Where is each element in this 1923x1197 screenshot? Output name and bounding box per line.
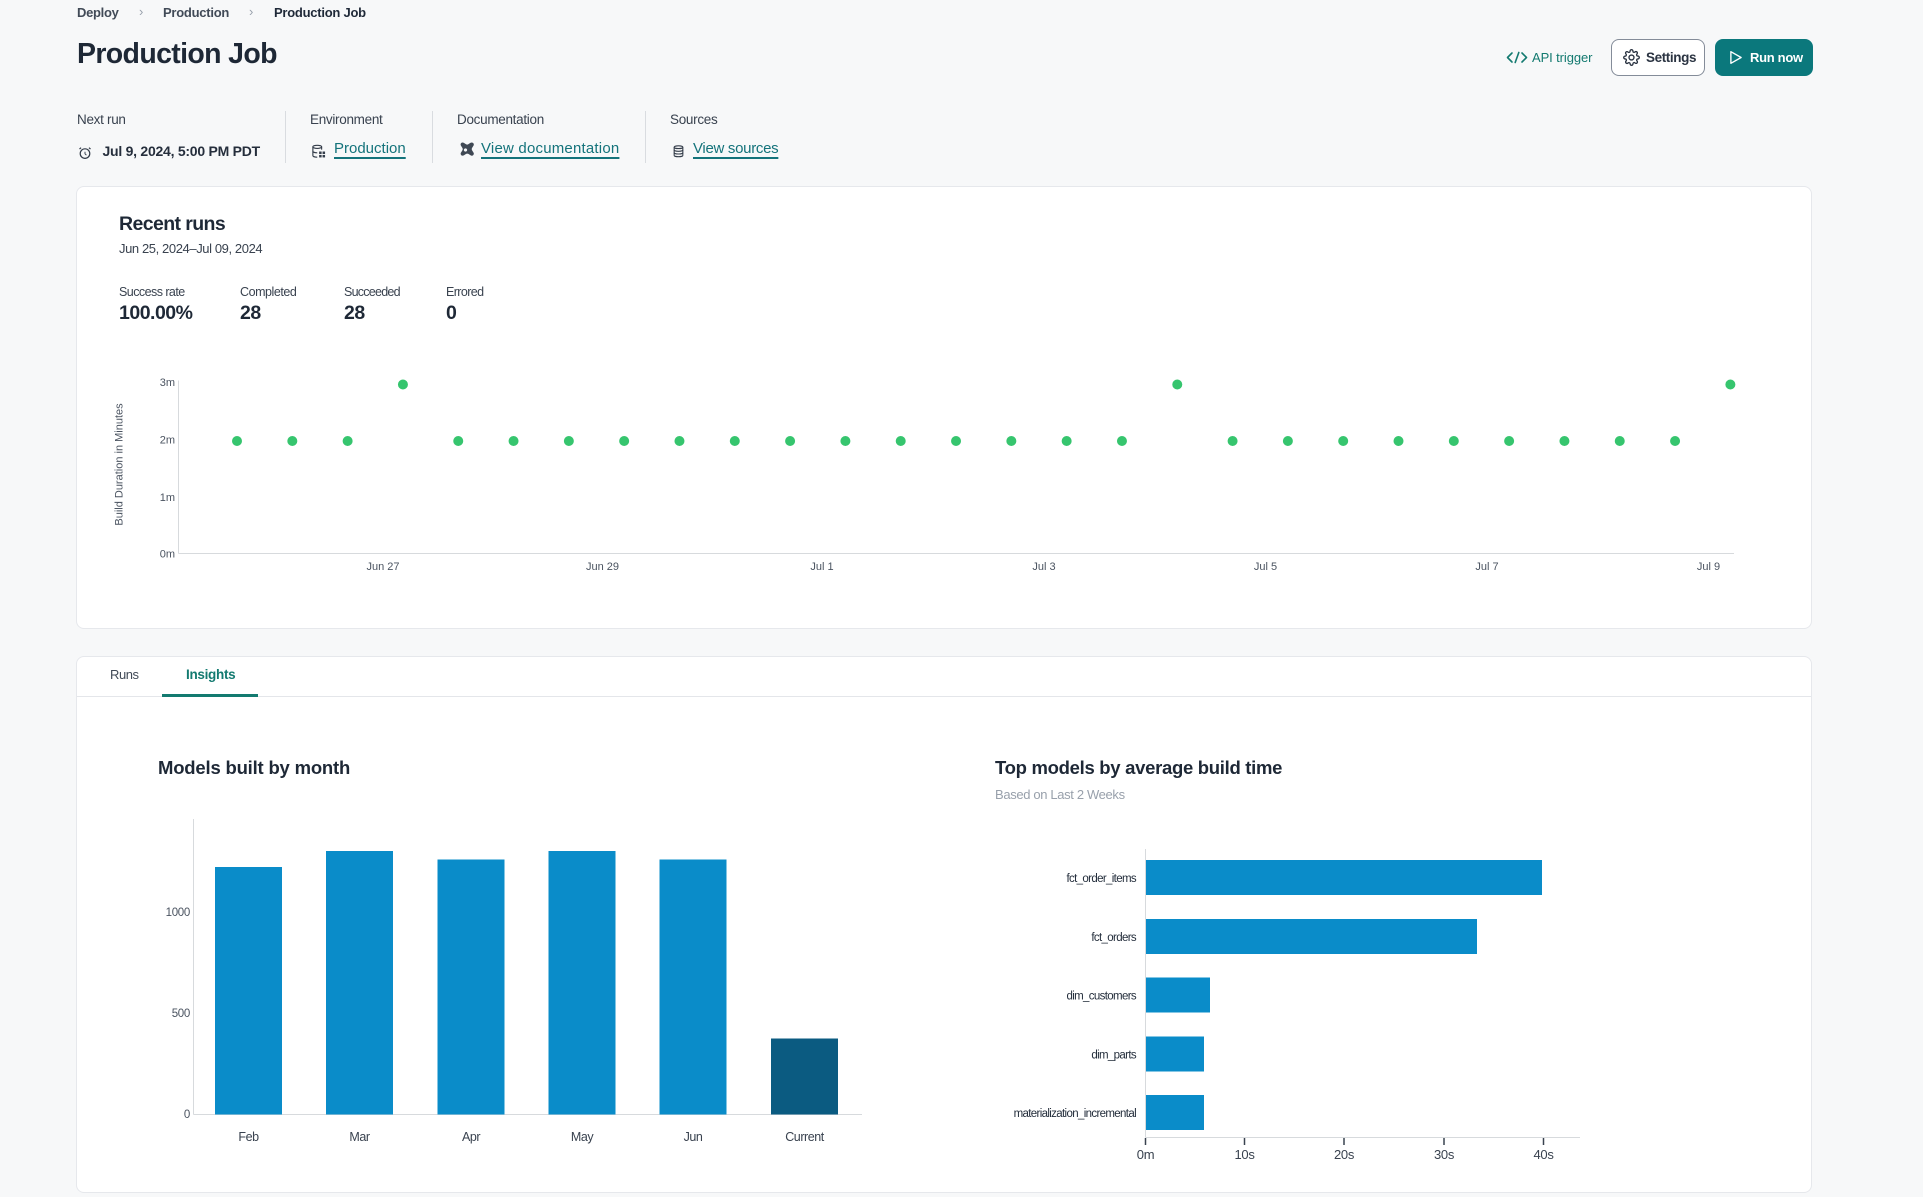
svg-text:500: 500 [172,1008,190,1020]
svg-text:30s: 30s [1434,1147,1455,1162]
svg-text:1m: 1m [160,492,175,504]
svg-text:Jun 29: Jun 29 [586,561,619,573]
svg-text:Build Duration in Minutes: Build Duration in Minutes [114,403,126,526]
svg-text:0m: 0m [1137,1147,1154,1162]
svg-text:Mar: Mar [349,1130,369,1144]
svg-text:Jun: Jun [684,1130,703,1144]
svg-text:1000: 1000 [166,907,190,919]
svg-text:May: May [571,1130,594,1144]
svg-text:Jul 9: Jul 9 [1697,561,1720,573]
svg-text:Apr: Apr [462,1130,480,1144]
svg-text:Jul 3: Jul 3 [1032,561,1055,573]
svg-text:fct_order_items: fct_order_items [1066,873,1136,885]
svg-text:Jul 1: Jul 1 [810,561,833,573]
svg-text:20s: 20s [1334,1147,1355,1162]
svg-text:Current: Current [785,1130,825,1144]
svg-text:dim_parts: dim_parts [1091,1050,1137,1062]
svg-text:0: 0 [184,1109,190,1121]
svg-text:materialization_incremental: materialization_incremental [1014,1108,1137,1120]
svg-text:Jul 5: Jul 5 [1254,561,1277,573]
svg-text:Jul 7: Jul 7 [1475,561,1498,573]
svg-text:Feb: Feb [238,1130,259,1144]
svg-text:0m: 0m [160,548,175,560]
svg-text:2m: 2m [160,434,175,446]
svg-text:Jun 27: Jun 27 [366,561,399,573]
svg-text:40s: 40s [1533,1147,1554,1162]
svg-text:10s: 10s [1234,1147,1255,1162]
svg-text:fct_orders: fct_orders [1091,932,1137,944]
svg-text:dim_customers: dim_customers [1066,991,1136,1003]
svg-text:3m: 3m [160,377,175,389]
